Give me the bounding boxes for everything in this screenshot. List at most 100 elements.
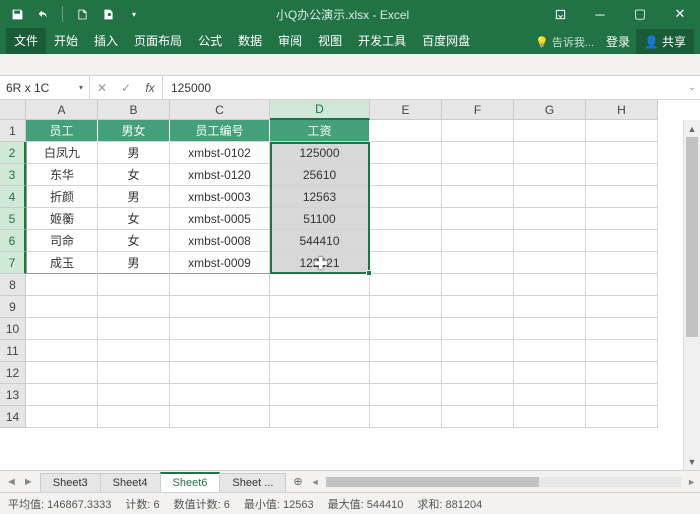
select-all-corner[interactable] <box>0 100 26 120</box>
cancel-formula-icon[interactable]: ✕ <box>90 81 114 95</box>
row-header-2[interactable]: 2 <box>0 142 26 164</box>
cells[interactable]: 员工男女员工编号工资白凤九男xmbst-0102125000东华女xmbst-0… <box>26 120 658 428</box>
cell-F11[interactable] <box>442 340 514 362</box>
cell-G11[interactable] <box>514 340 586 362</box>
maximize-icon[interactable]: ▢ <box>620 0 660 28</box>
cell-A12[interactable] <box>26 362 98 384</box>
cell-G1[interactable] <box>514 120 586 142</box>
cell-A10[interactable] <box>26 318 98 340</box>
cell-H7[interactable] <box>586 252 658 274</box>
cell-E8[interactable] <box>370 274 442 296</box>
cell-G7[interactable] <box>514 252 586 274</box>
cell-H2[interactable] <box>586 142 658 164</box>
cell-D5[interactable]: 51100 <box>270 208 370 230</box>
expand-formula-icon[interactable]: ⌄ <box>684 76 700 99</box>
cell-A5[interactable]: 姬蘅 <box>26 208 98 230</box>
sheet-tab-Sheet ...[interactable]: Sheet ... <box>219 473 286 492</box>
minimize-icon[interactable]: ─ <box>580 0 620 28</box>
cell-C8[interactable] <box>170 274 270 296</box>
cell-C14[interactable] <box>170 406 270 428</box>
save-icon[interactable] <box>6 3 28 25</box>
scroll-right-icon[interactable]: ► <box>687 477 696 487</box>
cell-E9[interactable] <box>370 296 442 318</box>
tab-baidu[interactable]: 百度网盘 <box>414 28 478 54</box>
name-box[interactable]: 6R x 1C▾ <box>0 76 90 99</box>
cell-F8[interactable] <box>442 274 514 296</box>
col-header-F[interactable]: F <box>442 100 514 120</box>
row-header-5[interactable]: 5 <box>0 208 26 230</box>
row-header-4[interactable]: 4 <box>0 186 26 208</box>
sheet-tab-Sheet3[interactable]: Sheet3 <box>40 473 101 492</box>
cell-B2[interactable]: 男 <box>98 142 170 164</box>
cell-F13[interactable] <box>442 384 514 406</box>
cell-D11[interactable] <box>270 340 370 362</box>
col-header-A[interactable]: A <box>26 100 98 120</box>
cell-D10[interactable] <box>270 318 370 340</box>
cell-A11[interactable] <box>26 340 98 362</box>
cell-D4[interactable]: 12563 <box>270 186 370 208</box>
cell-A13[interactable] <box>26 384 98 406</box>
col-header-G[interactable]: G <box>514 100 586 120</box>
cell-D2[interactable]: 125000 <box>270 142 370 164</box>
col-header-D[interactable]: D <box>270 100 370 120</box>
sheet-tab-Sheet6[interactable]: Sheet6 <box>160 472 221 492</box>
new-sheet-icon[interactable] <box>71 3 93 25</box>
cell-B7[interactable]: 男 <box>98 252 170 274</box>
cell-E3[interactable] <box>370 164 442 186</box>
cell-H14[interactable] <box>586 406 658 428</box>
cell-E7[interactable] <box>370 252 442 274</box>
scroll-up-icon[interactable]: ▲ <box>684 120 700 137</box>
cell-E5[interactable] <box>370 208 442 230</box>
scroll-down-icon[interactable]: ▼ <box>684 453 700 470</box>
row-header-14[interactable]: 14 <box>0 406 26 428</box>
cell-H12[interactable] <box>586 362 658 384</box>
formula-input[interactable]: 125000 <box>163 76 684 99</box>
cell-C13[interactable] <box>170 384 270 406</box>
cell-G4[interactable] <box>514 186 586 208</box>
cell-F7[interactable] <box>442 252 514 274</box>
add-sheet-button[interactable]: ⊕ <box>285 471 310 492</box>
cell-A8[interactable] <box>26 274 98 296</box>
cell-F5[interactable] <box>442 208 514 230</box>
col-header-B[interactable]: B <box>98 100 170 120</box>
cell-C10[interactable] <box>170 318 270 340</box>
share-button[interactable]: 👤共享 <box>636 29 694 54</box>
cell-E13[interactable] <box>370 384 442 406</box>
cell-G12[interactable] <box>514 362 586 384</box>
cell-A9[interactable] <box>26 296 98 318</box>
cell-H13[interactable] <box>586 384 658 406</box>
cell-B10[interactable] <box>98 318 170 340</box>
horizontal-scrollbar[interactable]: ◄ ► <box>311 471 700 492</box>
cell-H9[interactable] <box>586 296 658 318</box>
cell-C5[interactable]: xmbst-0005 <box>170 208 270 230</box>
qat-dropdown-icon[interactable]: ▾ <box>123 3 145 25</box>
cell-C11[interactable] <box>170 340 270 362</box>
cell-B4[interactable]: 男 <box>98 186 170 208</box>
tab-data[interactable]: 数据 <box>230 28 270 54</box>
cell-B1[interactable]: 男女 <box>98 120 170 142</box>
cell-C9[interactable] <box>170 296 270 318</box>
print-preview-icon[interactable] <box>97 3 119 25</box>
cell-E4[interactable] <box>370 186 442 208</box>
tab-home[interactable]: 开始 <box>46 28 86 54</box>
cell-E12[interactable] <box>370 362 442 384</box>
accept-formula-icon[interactable]: ✓ <box>114 81 138 95</box>
row-header-13[interactable]: 13 <box>0 384 26 406</box>
cell-F10[interactable] <box>442 318 514 340</box>
cell-H3[interactable] <box>586 164 658 186</box>
cell-D13[interactable] <box>270 384 370 406</box>
cell-B11[interactable] <box>98 340 170 362</box>
cell-H5[interactable] <box>586 208 658 230</box>
cell-E11[interactable] <box>370 340 442 362</box>
hscroll-thumb[interactable] <box>326 477 539 487</box>
tell-me[interactable]: 💡告诉我... <box>529 30 600 54</box>
cell-E6[interactable] <box>370 230 442 252</box>
row-header-7[interactable]: 7 <box>0 252 26 274</box>
login-button[interactable]: 登录 <box>600 29 636 54</box>
row-header-1[interactable]: 1 <box>0 120 26 142</box>
cell-G3[interactable] <box>514 164 586 186</box>
cell-E10[interactable] <box>370 318 442 340</box>
cell-B9[interactable] <box>98 296 170 318</box>
cell-B12[interactable] <box>98 362 170 384</box>
undo-icon[interactable] <box>32 3 54 25</box>
